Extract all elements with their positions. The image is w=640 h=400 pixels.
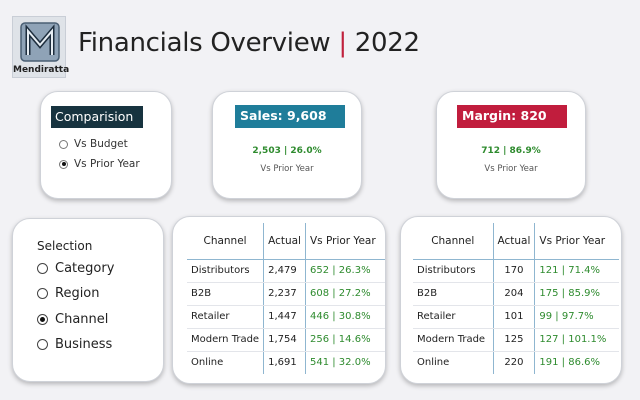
- sales-table-card: Channel Actual Vs Prior Year Distributor…: [172, 216, 386, 384]
- radio-unselected-icon[interactable]: [37, 263, 48, 274]
- option-category[interactable]: Category: [37, 261, 114, 276]
- cell-actual: 170: [492, 259, 535, 283]
- cell-vs-prior-year: 127 | 101.1%: [534, 328, 619, 352]
- table-row[interactable]: Distributors 2,479 652 | 26.3%: [187, 259, 385, 283]
- cell-vs-prior-year: 446 | 30.8%: [304, 305, 385, 329]
- option-label: Vs Budget: [74, 138, 128, 150]
- comparison-card: Comparision Vs Budget Vs Prior Year: [40, 91, 172, 199]
- radio-selected-icon[interactable]: [59, 159, 68, 169]
- margin-table-card: Channel Actual Vs Prior Year Distributor…: [400, 216, 622, 384]
- sales-kpi-heading: Sales: 9,608: [235, 105, 345, 128]
- cell-channel: Modern Trade: [187, 328, 264, 352]
- radio-unselected-icon[interactable]: [37, 288, 48, 299]
- sales-by-channel-table: Channel Actual Vs Prior Year Distributor…: [187, 223, 385, 374]
- cell-channel: Retailer: [187, 305, 264, 329]
- option-channel[interactable]: Channel: [37, 312, 108, 327]
- radio-unselected-icon[interactable]: [37, 339, 48, 350]
- cell-actual: 1,754: [263, 328, 306, 352]
- margin-kpi-card: Margin: 820 712 | 86.9% Vs Prior Year: [436, 91, 586, 199]
- cell-channel: Online: [191, 357, 224, 369]
- logo-m-icon: [20, 22, 60, 62]
- comparison-heading: Comparision: [51, 106, 143, 128]
- cell-actual: 204: [492, 282, 535, 306]
- option-region[interactable]: Region: [37, 286, 100, 301]
- margin-kpi-heading: Margin: 820: [457, 105, 567, 128]
- table-header-row: Channel Actual Vs Prior Year: [413, 223, 619, 260]
- table-row[interactable]: Retailer 1,447 446 | 30.8%: [187, 305, 385, 329]
- margin-by-channel-table: Channel Actual Vs Prior Year Distributor…: [413, 223, 619, 374]
- selection-card: Selection Category Region Channel Busine…: [12, 218, 164, 382]
- table-row[interactable]: Modern Trade 1,754 256 | 14.6%: [187, 328, 385, 352]
- cell-actual: 1,691: [263, 351, 306, 374]
- column-header-channel[interactable]: Channel: [187, 223, 264, 260]
- option-label: Region: [55, 286, 100, 301]
- dashboard-canvas: Mendiratta Financials Overview | 2022 Co…: [0, 0, 640, 400]
- option-label: Vs Prior Year: [74, 158, 140, 170]
- option-vs-prior-year[interactable]: Vs Prior Year: [59, 158, 140, 170]
- margin-kpi-change: 712 | 86.9%: [481, 146, 541, 156]
- table-row[interactable]: Distributors 170 121 | 71.4%: [413, 259, 619, 283]
- cell-actual: 2,479: [263, 259, 306, 283]
- cell-actual: 101: [492, 305, 535, 329]
- cell-vs-prior-year: 256 | 14.6%: [304, 328, 385, 352]
- column-header-vs-prior-year[interactable]: Vs Prior Year: [304, 223, 385, 260]
- company-logo: Mendiratta: [12, 16, 70, 78]
- cell-channel: Modern Trade: [413, 328, 493, 352]
- cell-actual: 220: [492, 351, 535, 374]
- cell-channel: Distributors: [187, 259, 264, 283]
- page-title: Financials Overview | 2022: [78, 28, 420, 58]
- option-business[interactable]: Business: [37, 337, 112, 352]
- column-header-vs-prior-year[interactable]: Vs Prior Year: [534, 223, 619, 260]
- column-header-channel[interactable]: Channel: [413, 223, 493, 260]
- cell-channel: B2B: [413, 282, 493, 306]
- option-vs-budget[interactable]: Vs Budget: [59, 138, 128, 150]
- sales-kpi-change: 2,503 | 26.0%: [252, 146, 322, 156]
- option-label: Category: [55, 261, 115, 276]
- cell-channel: Distributors: [413, 259, 493, 283]
- title-text: Financials Overview: [78, 28, 331, 58]
- sales-kpi-card: Sales: 9,608 2,503 | 26.0% Vs Prior Year: [212, 91, 362, 199]
- table-row[interactable]: Online 220 191 | 86.6%: [413, 351, 619, 374]
- table-row[interactable]: Retailer 101 99 | 97.7%: [413, 305, 619, 329]
- title-separator: |: [338, 28, 347, 58]
- cell-channel: B2B: [187, 282, 264, 306]
- radio-selected-icon[interactable]: [37, 314, 48, 325]
- cell-actual: 125: [492, 328, 535, 352]
- cell-actual: 2,237: [263, 282, 306, 306]
- cell-actual: 1,447: [263, 305, 306, 329]
- cell-vs-prior-year: 191 | 86.6%: [534, 351, 619, 374]
- column-header-actual[interactable]: Actual: [263, 223, 306, 260]
- option-label: Business: [55, 337, 113, 352]
- cell-vs-prior-year: 175 | 85.9%: [534, 282, 619, 306]
- cell-vs-prior-year: 99 | 97.7%: [534, 305, 619, 329]
- cell-vs-prior-year: 652 | 26.3%: [304, 259, 385, 283]
- table-header-row: Channel Actual Vs Prior Year: [187, 223, 385, 260]
- selection-heading: Selection: [37, 239, 93, 253]
- cell-channel: Online: [417, 357, 450, 369]
- cell-vs-prior-year: 608 | 27.2%: [304, 282, 385, 306]
- table-row[interactable]: Online 1,691 541 | 32.0%: [187, 351, 385, 374]
- cell-vs-prior-year: 121 | 71.4%: [534, 259, 619, 283]
- table-row[interactable]: Modern Trade 125 127 | 101.1%: [413, 328, 619, 352]
- column-header-actual[interactable]: Actual: [492, 223, 535, 260]
- option-label: Channel: [55, 312, 109, 327]
- sales-kpi-subtitle: Vs Prior Year: [260, 164, 314, 174]
- margin-kpi-subtitle: Vs Prior Year: [484, 164, 538, 174]
- cell-vs-prior-year: 541 | 32.0%: [304, 351, 385, 374]
- table-row[interactable]: B2B 2,237 608 | 27.2%: [187, 282, 385, 306]
- table-row[interactable]: B2B 204 175 | 85.9%: [413, 282, 619, 306]
- title-year: 2022: [354, 28, 420, 58]
- radio-unselected-icon[interactable]: [59, 139, 68, 149]
- logo-text: Mendiratta: [13, 65, 70, 75]
- cell-channel: Retailer: [413, 305, 493, 329]
